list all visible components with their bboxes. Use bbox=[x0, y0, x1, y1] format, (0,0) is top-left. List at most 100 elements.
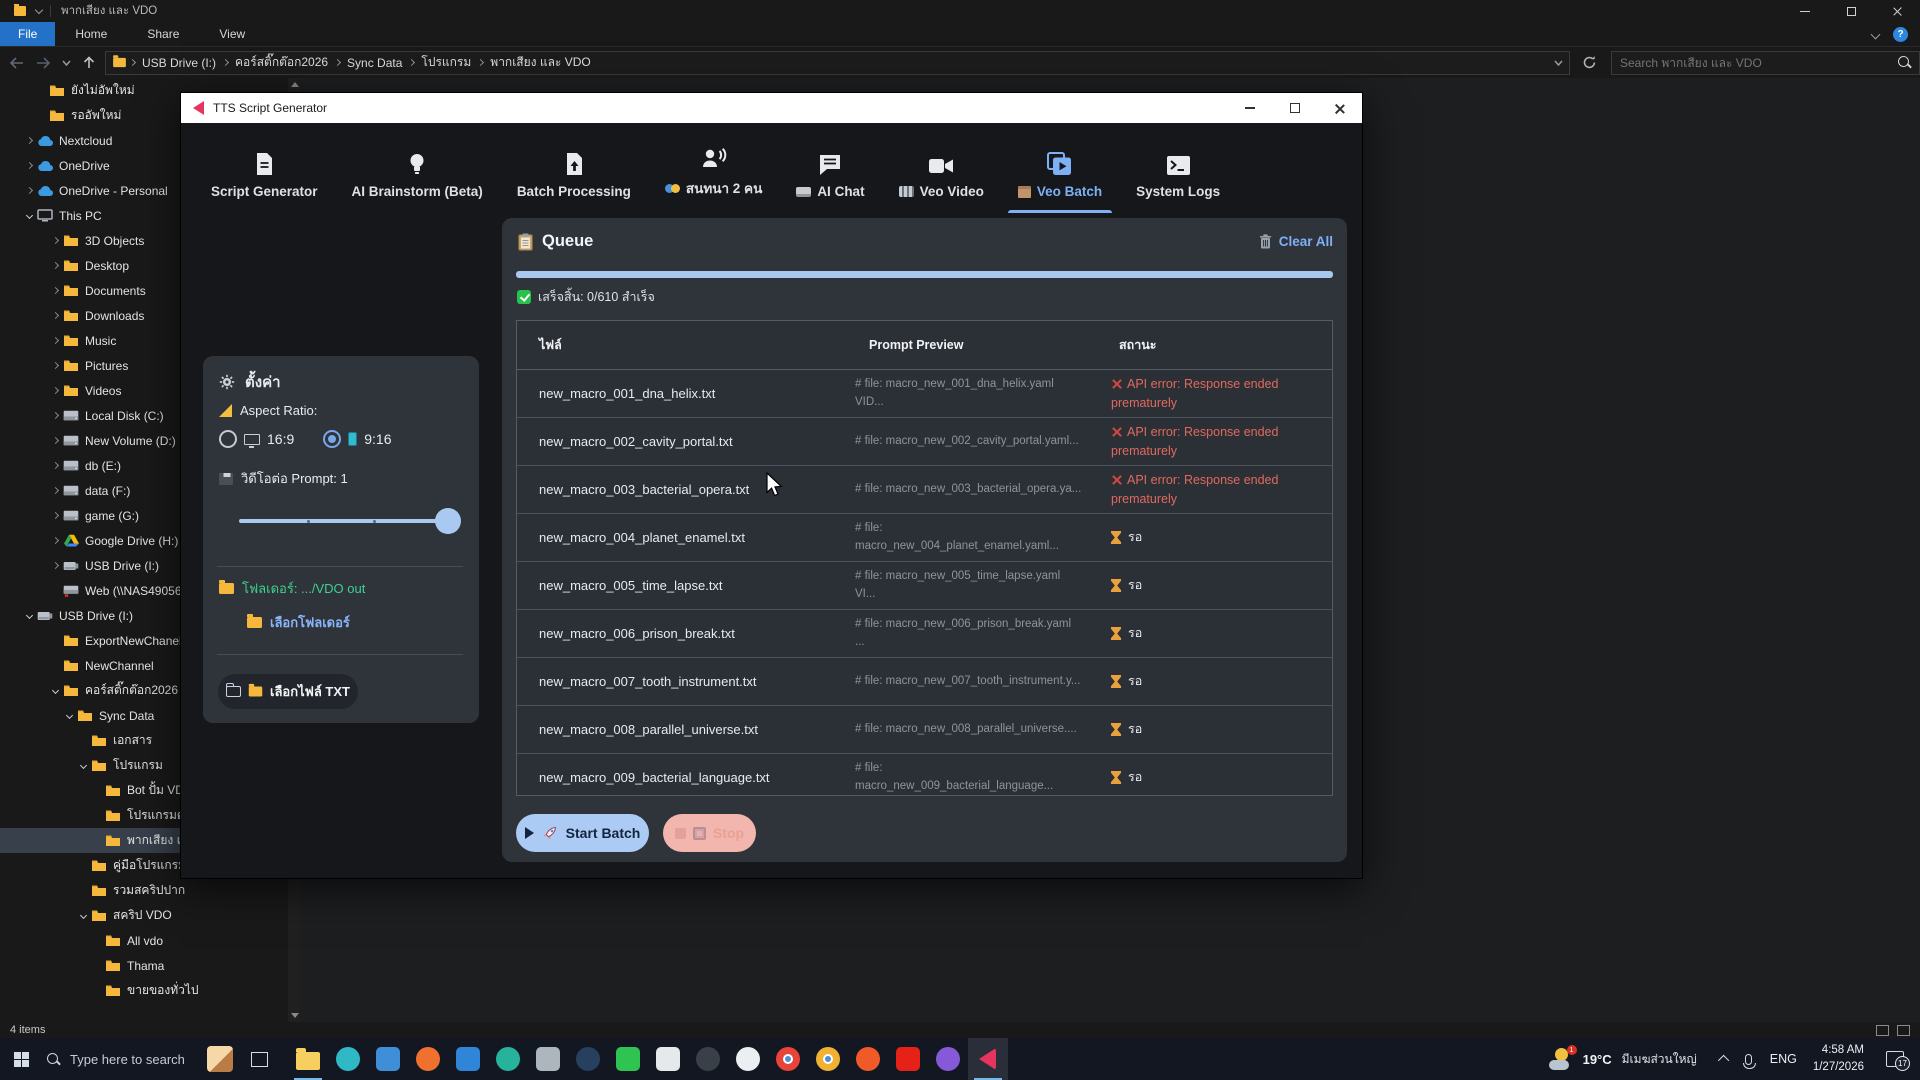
language-indicator[interactable]: ENG bbox=[1770, 1052, 1797, 1066]
tree-expander-icon[interactable] bbox=[76, 913, 90, 918]
refresh-icon[interactable] bbox=[1582, 55, 1597, 70]
thumbnail-view-icon[interactable] bbox=[1897, 1025, 1910, 1036]
address-bar[interactable]: USB Drive (I:) คอร์สติ๊กต๊อก2026 Sync Da… bbox=[105, 51, 1570, 75]
action-center-icon[interactable]: 17 bbox=[1886, 1051, 1904, 1067]
tab-ai-brainstorm-beta-[interactable]: AI Brainstorm (Beta) bbox=[352, 123, 483, 213]
queue-row[interactable]: new_macro_003_bacterial_opera.txt # file… bbox=[517, 466, 1332, 514]
sidebar-item[interactable]: รวมสคริปปาก bbox=[0, 878, 300, 903]
queue-row[interactable]: new_macro_004_planet_enamel.txt # file: … bbox=[517, 514, 1332, 562]
tab-veo-batch[interactable]: Veo Batch bbox=[1018, 123, 1102, 213]
tree-expander-icon[interactable] bbox=[22, 163, 36, 168]
tree-expander-icon[interactable] bbox=[48, 538, 62, 543]
quick-access-chevron-icon[interactable] bbox=[35, 6, 43, 14]
expand-ribbon-icon[interactable] bbox=[1871, 29, 1881, 39]
videos-per-prompt-slider[interactable] bbox=[239, 519, 449, 523]
ratio-16-9-radio[interactable] bbox=[219, 430, 237, 448]
sidebar-item[interactable]: ขายของทั่วไป bbox=[0, 978, 300, 1003]
ratio-9-16-radio[interactable] bbox=[323, 430, 341, 448]
search-highlights-icon[interactable] bbox=[207, 1046, 233, 1072]
breadcrumb-segment[interactable]: USB Drive (I:) bbox=[138, 56, 220, 70]
taskbar-purple-media-app[interactable] bbox=[928, 1038, 968, 1080]
tray-overflow-icon[interactable] bbox=[1718, 1055, 1729, 1066]
taskbar-clock[interactable]: 4:58 AM 1/27/2026 bbox=[1813, 1042, 1864, 1075]
taskbar-youtube-app[interactable] bbox=[888, 1038, 928, 1080]
tree-expander-icon[interactable] bbox=[48, 488, 62, 493]
taskbar-edge-browser[interactable] bbox=[328, 1038, 368, 1080]
tree-expander-icon[interactable] bbox=[48, 413, 62, 418]
tree-expander-icon[interactable] bbox=[48, 463, 62, 468]
taskbar-tts-app[interactable] bbox=[968, 1038, 1008, 1080]
tab-batch-processing[interactable]: Batch Processing bbox=[517, 123, 631, 213]
menu-item-file[interactable]: File bbox=[0, 22, 55, 46]
explorer-search-input[interactable] bbox=[1620, 56, 1898, 70]
taskbar-file-explorer[interactable] bbox=[288, 1038, 328, 1080]
tree-expander-icon[interactable] bbox=[22, 138, 36, 143]
queue-row[interactable]: new_macro_006_prison_break.txt # file: m… bbox=[517, 610, 1332, 658]
up-icon[interactable] bbox=[83, 56, 95, 69]
app-maximize-button[interactable] bbox=[1272, 93, 1317, 123]
sidebar-item[interactable]: All vdo bbox=[0, 928, 300, 953]
tab-system-logs[interactable]: System Logs bbox=[1136, 123, 1220, 213]
stop-button-disabled[interactable]: Stop bbox=[663, 814, 756, 852]
queue-row[interactable]: new_macro_001_dna_helix.txt # file: macr… bbox=[517, 370, 1332, 418]
tree-expander-icon[interactable] bbox=[22, 213, 36, 218]
tree-expander-icon[interactable] bbox=[48, 263, 62, 268]
tab--2-[interactable]: สนทนา 2 คน bbox=[665, 123, 762, 213]
taskbar-chrome-browser[interactable] bbox=[768, 1038, 808, 1080]
tree-expander-icon[interactable] bbox=[48, 363, 62, 368]
scroll-down-icon[interactable] bbox=[291, 1013, 299, 1018]
breadcrumb-segment[interactable]: คอร์สติ๊กต๊อก2026 bbox=[231, 53, 332, 72]
app-minimize-button[interactable] bbox=[1227, 93, 1272, 123]
tree-expander-icon[interactable] bbox=[48, 238, 62, 243]
explorer-search-box[interactable] bbox=[1611, 51, 1920, 75]
taskbar-steam-app[interactable] bbox=[568, 1038, 608, 1080]
choose-folder-button[interactable]: เลือกโฟลเดอร์ bbox=[270, 612, 350, 633]
recent-locations-icon[interactable] bbox=[62, 60, 71, 66]
taskbar-chrome-profile-2[interactable] bbox=[808, 1038, 848, 1080]
taskbar-search[interactable]: Type here to search bbox=[47, 1052, 185, 1067]
tree-expander-icon[interactable] bbox=[22, 188, 36, 193]
taskbar-blue-office-app[interactable] bbox=[368, 1038, 408, 1080]
menu-item-share[interactable]: Share bbox=[127, 22, 199, 46]
app-close-button[interactable] bbox=[1317, 93, 1362, 123]
microphone-icon[interactable] bbox=[1745, 1054, 1752, 1065]
tree-expander-icon[interactable] bbox=[62, 713, 76, 718]
clear-all-button[interactable]: Clear All bbox=[1259, 234, 1333, 249]
taskbar-white-app[interactable] bbox=[728, 1038, 768, 1080]
breadcrumb-segment[interactable]: โปรแกรม bbox=[417, 53, 475, 72]
tree-expander-icon[interactable] bbox=[48, 563, 62, 568]
back-icon[interactable] bbox=[10, 57, 24, 69]
tab-script-generator[interactable]: Script Generator bbox=[211, 123, 318, 213]
taskbar-notes-app[interactable] bbox=[648, 1038, 688, 1080]
menu-item-home[interactable]: Home bbox=[55, 22, 127, 46]
start-batch-button[interactable]: Start Batch bbox=[516, 814, 649, 852]
explorer-close-button[interactable] bbox=[1874, 0, 1920, 22]
weather-widget[interactable]: 1 19°C มีเมฆส่วนใหญ่ bbox=[1549, 1048, 1697, 1070]
details-view-icon[interactable] bbox=[1876, 1025, 1889, 1036]
breadcrumb-segment[interactable]: พากเสียง และ VDO bbox=[486, 53, 594, 72]
help-icon[interactable]: ? bbox=[1893, 27, 1908, 42]
tree-expander-icon[interactable] bbox=[48, 513, 62, 518]
taskbar-teal-chat-app[interactable] bbox=[488, 1038, 528, 1080]
taskbar-brave-browser[interactable] bbox=[848, 1038, 888, 1080]
slider-thumb[interactable] bbox=[435, 508, 461, 534]
tree-expander-icon[interactable] bbox=[48, 388, 62, 393]
start-button[interactable] bbox=[14, 1052, 29, 1067]
scroll-up-icon[interactable] bbox=[291, 82, 299, 87]
tab-veo-video[interactable]: Veo Video bbox=[899, 123, 984, 213]
tree-expander-icon[interactable] bbox=[48, 688, 62, 693]
tree-expander-icon[interactable] bbox=[48, 438, 62, 443]
taskbar-code-editor[interactable] bbox=[448, 1038, 488, 1080]
explorer-maximize-button[interactable] bbox=[1828, 0, 1874, 22]
breadcrumb-segment[interactable]: Sync Data bbox=[343, 56, 406, 70]
address-dropdown-icon[interactable] bbox=[1554, 60, 1563, 66]
taskbar-dark-recorder-app[interactable] bbox=[688, 1038, 728, 1080]
explorer-minimize-button[interactable] bbox=[1782, 0, 1828, 22]
tree-expander-icon[interactable] bbox=[48, 313, 62, 318]
tree-expander-icon[interactable] bbox=[48, 338, 62, 343]
task-view-button[interactable] bbox=[251, 1052, 268, 1067]
sidebar-item[interactable]: Thama bbox=[0, 953, 300, 978]
queue-row[interactable]: new_macro_007_tooth_instrument.txt # fil… bbox=[517, 658, 1332, 706]
tab-ai-chat[interactable]: AI Chat bbox=[796, 123, 864, 213]
tree-expander-icon[interactable] bbox=[22, 613, 36, 618]
